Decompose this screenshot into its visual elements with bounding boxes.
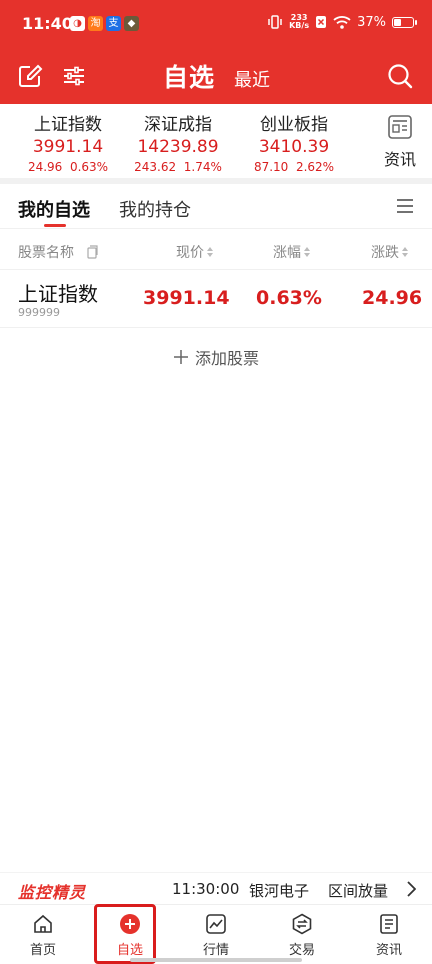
page-title: 自选 <box>163 63 216 92</box>
filter-settings-icon[interactable] <box>60 62 88 90</box>
chart-icon <box>206 914 226 934</box>
col-header-name: 股票名称 <box>18 242 99 262</box>
menu-icon[interactable] <box>396 198 414 214</box>
plus-circle-icon <box>120 914 140 934</box>
index-change-value: 87.10 <box>253 160 289 174</box>
nav-item-market[interactable]: 行情 <box>181 913 251 958</box>
ticker-event: 区间放量 <box>328 882 389 900</box>
index-value: 14239.89 <box>137 137 219 157</box>
stock-change: 24.96 <box>362 287 423 309</box>
add-stock-button[interactable]: 添加股票 <box>0 345 432 369</box>
stock-price: 3991.14 <box>143 287 230 309</box>
nav-item-home[interactable]: 首页 <box>8 913 78 958</box>
ticker-time: 11:30:00 <box>172 880 240 898</box>
index-change-pct: 1.74% <box>183 160 222 174</box>
home-icon <box>34 914 52 933</box>
edit-icon[interactable] <box>16 62 44 90</box>
news-button-label: 资讯 <box>383 150 416 169</box>
tab-my-positions[interactable]: 我的持仓 <box>119 196 191 222</box>
active-tab-indicator <box>44 224 66 227</box>
index-name: 深证成指 <box>144 115 212 135</box>
net-speed-unit: KB/s <box>289 21 310 30</box>
nav-item-watchlist[interactable]: 自选 <box>95 913 165 958</box>
plus-icon <box>173 350 188 364</box>
app-notification-icon: 淘 <box>88 16 103 31</box>
col-header-change[interactable]: 涨跌 <box>371 242 408 262</box>
table-row[interactable]: 上证指数 999999 3991.14 0.63% 24.96 <box>0 270 432 328</box>
news-button[interactable]: 资讯 <box>382 114 418 170</box>
bottom-nav: 首页 自选 行情 交易 资讯 <box>0 904 432 964</box>
sort-icon <box>304 247 310 257</box>
stock-code: 999999 <box>18 306 60 319</box>
sim-off-icon <box>316 16 327 28</box>
nav-item-label: 交易 <box>288 943 315 958</box>
exchange-icon <box>292 913 312 935</box>
nav-item-label: 首页 <box>29 943 56 958</box>
wifi-icon <box>333 16 351 29</box>
app-notification-icon: ◆ <box>124 16 139 31</box>
header: 自选 最近 <box>0 50 432 104</box>
search-icon[interactable] <box>386 62 414 90</box>
add-stock-label: 添加股票 <box>194 349 259 368</box>
table-header: 股票名称 现价 涨幅 涨跌 <box>0 228 432 270</box>
col-header-price-label: 现价 <box>176 245 204 261</box>
recent-tab[interactable]: 最近 <box>234 66 270 92</box>
nav-item-label: 行情 <box>202 943 229 958</box>
col-header-price[interactable]: 现价 <box>176 242 213 262</box>
index-change: 24.96 0.63% <box>8 160 128 174</box>
status-bar: 11:40 ◑ 淘 支 ◆ 233 KB/s 37% <box>0 0 432 50</box>
status-right: 233 KB/s 37% <box>267 14 417 30</box>
app-notification-icon: 支 <box>106 16 121 31</box>
index-value: 3991.14 <box>32 137 104 157</box>
stock-name: 上证指数 <box>18 282 98 306</box>
index-card[interactable]: 创业板指 3410.39 87.10 2.62% <box>234 104 354 174</box>
index-card[interactable]: 上证指数 3991.14 24.96 0.63% <box>8 104 128 174</box>
index-change: 243.62 1.74% <box>118 160 238 174</box>
top-bar: 11:40 ◑ 淘 支 ◆ 233 KB/s 37% 自选 最近 <box>0 0 432 104</box>
battery-text: 37% <box>357 14 386 30</box>
ticker-stock: 银河电子 <box>249 882 310 900</box>
news-icon <box>380 914 398 934</box>
nav-item-label: 资讯 <box>375 943 402 958</box>
copy-icon[interactable] <box>85 245 99 259</box>
net-speed: 233 KB/s <box>289 14 309 30</box>
col-header-change-label: 涨跌 <box>371 245 399 261</box>
index-strip: 上证指数 3991.14 24.96 0.63% 深证成指 14239.89 2… <box>0 104 432 178</box>
index-name: 创业板指 <box>260 115 328 135</box>
battery-icon <box>392 16 417 28</box>
watchlist-tabs: 我的自选 我的持仓 <box>0 184 432 228</box>
tab-my-watchlist[interactable]: 我的自选 <box>18 196 90 222</box>
index-card[interactable]: 深证成指 14239.89 243.62 1.74% <box>118 104 238 174</box>
index-value: 3410.39 <box>258 137 330 157</box>
index-name: 上证指数 <box>34 115 102 135</box>
chevron-right-icon[interactable] <box>406 881 416 897</box>
index-change-value: 24.96 <box>27 160 63 174</box>
nav-item-label: 自选 <box>116 943 143 958</box>
home-indicator[interactable] <box>130 958 302 962</box>
index-change-pct: 2.62% <box>295 160 335 174</box>
stock-pct: 0.63% <box>256 287 322 309</box>
index-change-value: 243.62 <box>134 160 177 174</box>
status-time: 11:40 <box>22 14 73 33</box>
vibrate-icon <box>268 15 282 29</box>
monitor-ticker[interactable]: 监控精灵 11:30:00 银河电子 区间放量 <box>0 872 432 904</box>
sort-icon <box>207 247 213 257</box>
app-notification-icon: ◑ <box>70 16 85 31</box>
col-header-pct-label: 涨幅 <box>273 245 301 261</box>
monitor-brand: 监控精灵 <box>18 883 87 902</box>
index-change-pct: 0.63% <box>69 160 109 174</box>
sort-icon <box>402 247 408 257</box>
nav-item-trade[interactable]: 交易 <box>267 913 337 958</box>
nav-item-news[interactable]: 资讯 <box>354 913 424 958</box>
status-app-icons: ◑ 淘 支 ◆ <box>70 16 139 31</box>
col-header-name-label: 股票名称 <box>18 245 74 261</box>
battery-fill <box>394 18 402 26</box>
index-change: 87.10 2.62% <box>234 160 354 174</box>
col-header-pct[interactable]: 涨幅 <box>273 242 310 262</box>
news-icon <box>388 115 412 139</box>
